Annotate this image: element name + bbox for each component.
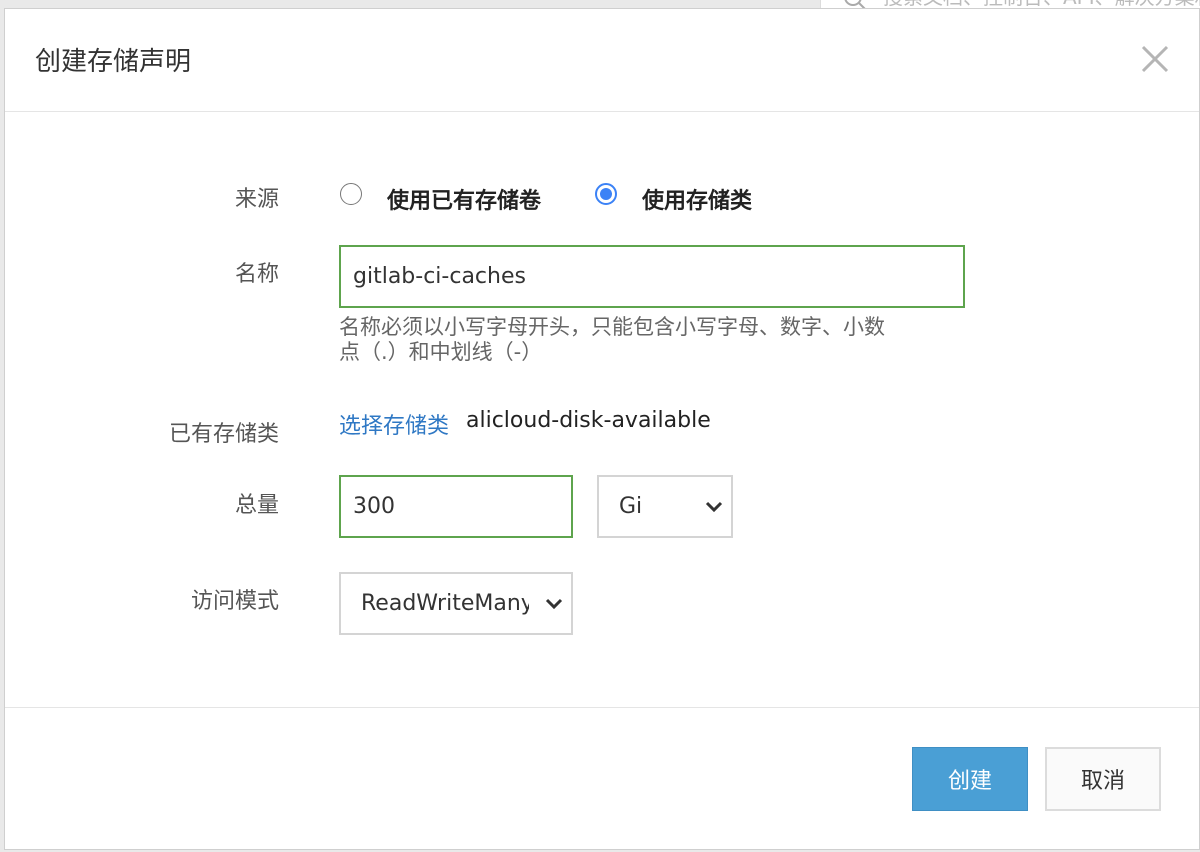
access-mode-label: 访问模式 — [190, 589, 279, 614]
name-help-line-2: 点（.）和中划线（-） — [339, 340, 543, 364]
footer-divider — [5, 707, 1199, 708]
capacity-label: 总量 — [234, 493, 279, 518]
dialog-title: 创建存储声明 — [35, 47, 192, 77]
select-storage-class-link[interactable]: 选择存储类 — [339, 408, 449, 440]
name-label: 名称 — [234, 262, 279, 287]
chevron-down-icon — [545, 598, 563, 609]
name-input-value: gitlab-ci-caches — [353, 264, 526, 289]
close-icon[interactable] — [1135, 39, 1175, 79]
capacity-input-value: 300 — [353, 494, 395, 519]
radio-storage-class[interactable] — [595, 183, 617, 205]
name-input[interactable]: gitlab-ci-caches — [339, 245, 965, 308]
source-label: 来源 — [234, 187, 279, 212]
chevron-down-icon — [705, 501, 723, 512]
dialog-header: 创建存储声明 — [5, 9, 1199, 112]
name-help-text: 名称必须以小写字母开头，只能包含小写字母、数字、小数 点（.）和中划线（-） — [339, 315, 979, 365]
create-button[interactable]: 创建 — [912, 747, 1028, 811]
storage-class-value: alicloud-disk-available — [466, 408, 711, 433]
capacity-input[interactable]: 300 — [339, 475, 573, 538]
cancel-button[interactable]: 取消 — [1045, 747, 1161, 811]
radio-storage-class-label[interactable]: 使用存储类 — [642, 183, 752, 215]
capacity-unit-select[interactable]: Gi — [597, 475, 733, 538]
create-pvc-dialog: 创建存储声明 来源 使用已有存储卷 使用存储类 名称 gitlab-ci-cac… — [4, 8, 1200, 850]
radio-existing-volume[interactable] — [340, 183, 362, 205]
access-mode-value: ReadWriteMany — [361, 591, 529, 616]
name-help-line-1: 名称必须以小写字母开头，只能包含小写字母、数字、小数 — [339, 315, 885, 339]
storage-class-label: 已有存储类 — [168, 422, 279, 447]
access-mode-select[interactable]: ReadWriteMany — [339, 572, 573, 635]
capacity-unit-value: Gi — [619, 494, 643, 519]
radio-existing-volume-label[interactable]: 使用已有存储卷 — [387, 183, 541, 215]
